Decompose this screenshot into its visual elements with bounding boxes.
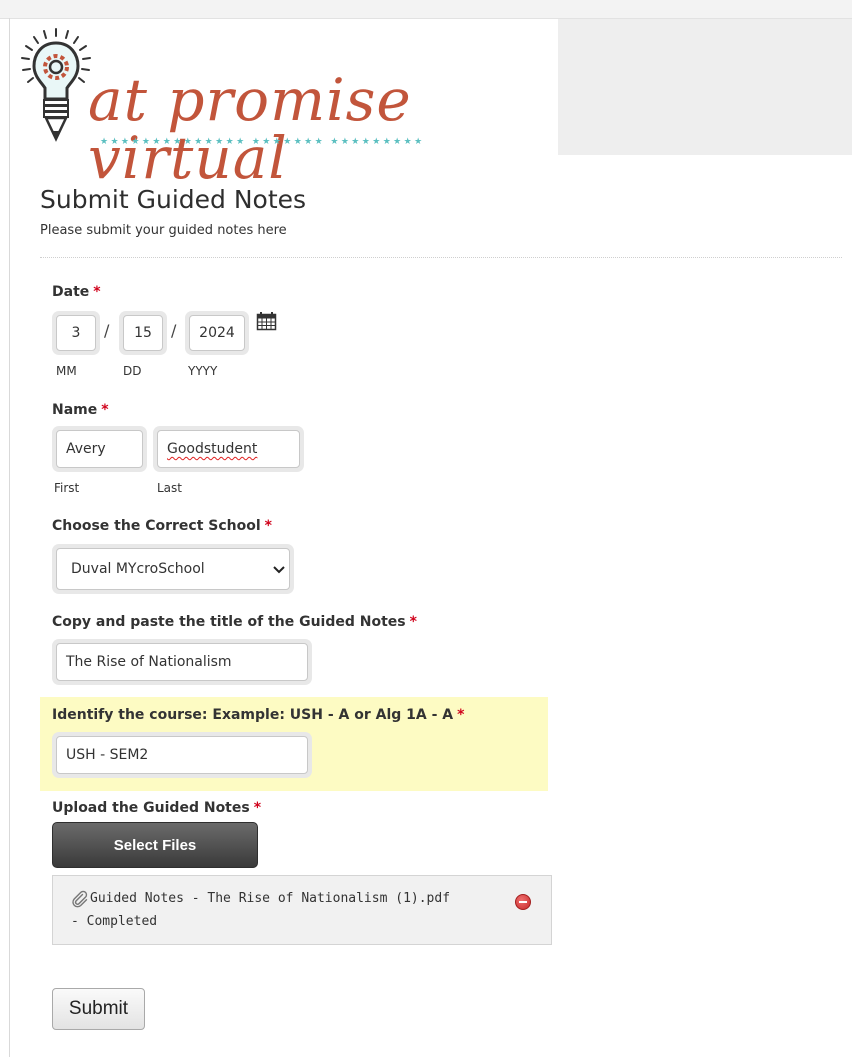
first-name-input[interactable]: Avery: [56, 430, 143, 468]
date-separator: /: [104, 321, 110, 340]
date-year-sublabel: YYYY: [188, 364, 218, 378]
course-wrap: USH - SEM2: [52, 732, 312, 778]
submit-button[interactable]: Submit: [52, 988, 145, 1030]
date-month-input[interactable]: 3: [56, 315, 96, 351]
header-background: [558, 19, 852, 155]
course-input[interactable]: USH - SEM2: [56, 736, 308, 774]
date-day-input[interactable]: 15: [123, 315, 163, 351]
name-label: Name *: [52, 402, 109, 418]
date-day-wrap: 15: [119, 311, 167, 355]
chevron-down-icon: [273, 566, 285, 574]
select-files-button[interactable]: Select Files: [52, 822, 258, 868]
required-marker: *: [93, 284, 101, 300]
logo-text: at promise virtual: [88, 66, 412, 192]
calendar-icon[interactable]: [256, 311, 277, 331]
page-description: Please submit your guided notes here: [40, 223, 287, 238]
paperclip-icon: [72, 890, 88, 908]
first-name-sublabel: First: [54, 481, 80, 495]
date-year-wrap: 2024: [185, 311, 249, 355]
logo-stars: ★★★★★★★★★★★★★★ ★★★★★★★ ★★★★★★★★★: [100, 137, 425, 147]
date-label: Date *: [52, 284, 101, 300]
first-name-wrap: Avery: [52, 426, 147, 472]
notes-title-input[interactable]: The Rise of Nationalism: [56, 643, 308, 681]
notes-title-label: Copy and paste the title of the Guided N…: [52, 614, 417, 630]
notes-title-wrap: The Rise of Nationalism: [52, 639, 312, 685]
last-name-input[interactable]: Goodstudent: [157, 430, 300, 468]
date-year-input[interactable]: 2024: [189, 315, 245, 351]
remove-circle-icon[interactable]: [515, 894, 531, 910]
logo: at promise virtual ★★★★★★★★★★★★★★ ★★★★★★…: [12, 19, 558, 187]
school-select[interactable]: Duval MYcroSchool: [56, 548, 290, 590]
divider: [40, 257, 842, 258]
last-name-value: Goodstudent: [167, 441, 258, 457]
required-marker: *: [457, 707, 465, 723]
course-label: Identify the course: Example: USH - A or…: [52, 707, 465, 723]
school-label: Choose the Correct School *: [52, 518, 272, 534]
uploaded-file-status: - Completed: [71, 914, 158, 929]
lightbulb-gear-pencil-icon: [21, 28, 91, 142]
date-month-sublabel: MM: [56, 364, 77, 378]
upload-label: Upload the Guided Notes *: [52, 800, 262, 816]
required-marker: *: [253, 800, 262, 816]
date-month-wrap: 3: [52, 311, 100, 355]
required-marker: *: [264, 518, 272, 534]
required-marker: *: [101, 402, 109, 418]
uploaded-file-item: Guided Notes - The Rise of Nationalism (…: [52, 875, 552, 945]
date-separator: /: [171, 321, 177, 340]
browser-top-strip: [0, 0, 852, 19]
page-title: Submit Guided Notes: [40, 185, 307, 214]
date-day-sublabel: DD: [123, 364, 142, 378]
last-name-sublabel: Last: [157, 481, 182, 495]
left-border-line: [9, 18, 10, 1057]
last-name-wrap: Goodstudent: [153, 426, 304, 472]
school-select-wrap: Duval MYcroSchool: [52, 544, 294, 594]
uploaded-file-name: Guided Notes - The Rise of Nationalism (…: [90, 891, 451, 906]
required-marker: *: [409, 614, 417, 630]
